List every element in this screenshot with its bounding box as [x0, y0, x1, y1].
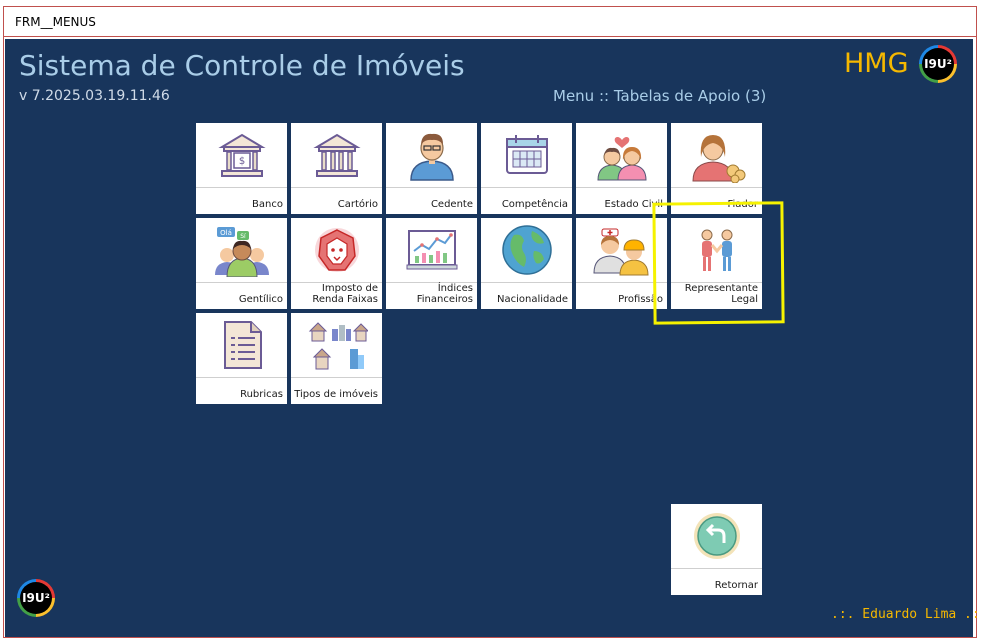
tile-separator — [576, 282, 667, 283]
guarantor-icon — [671, 123, 762, 187]
tile-banco[interactable]: $ Banco — [196, 123, 287, 214]
tile-separator — [291, 377, 382, 378]
main-panel: Sistema de Controle de Imóveis v 7.2025.… — [5, 39, 982, 637]
tile-separator — [481, 282, 572, 283]
financial-chart-icon — [386, 218, 477, 282]
app-title: Sistema de Controle de Imóveis — [19, 49, 465, 82]
tile-separator — [481, 187, 572, 188]
tile-gentilico[interactable]: Olá Sí Gentílico — [196, 218, 287, 309]
return-arrow-icon — [671, 504, 762, 568]
tile-label: Cedente — [430, 199, 473, 210]
tile-separator — [671, 568, 762, 569]
lion-icon — [291, 218, 382, 282]
tile-label: Imposto de Renda Faixas — [312, 283, 378, 305]
return-label: Retornar — [714, 580, 758, 591]
tile-cartorio[interactable]: Cartório — [291, 123, 382, 214]
tile-label: Fiador — [727, 199, 758, 210]
globe-icon — [481, 218, 572, 282]
menu-caption: Menu :: Tabelas de Apoio (3) — [553, 87, 767, 105]
logo-text: I9U² — [22, 591, 50, 605]
svg-text:$: $ — [238, 156, 244, 167]
tile-separator — [196, 282, 287, 283]
buildings-icon — [291, 313, 382, 377]
tile-rubricas[interactable]: Rubricas — [196, 313, 287, 404]
building-icon — [291, 123, 382, 187]
tile-label: Profissão — [618, 294, 663, 305]
tile-imposto-de-renda[interactable]: Imposto de Renda Faixas — [291, 218, 382, 309]
tile-profissao[interactable]: Profissão — [576, 218, 667, 309]
calendar-icon — [481, 123, 572, 187]
tile-competencia[interactable]: Competência — [481, 123, 572, 214]
tile-separator — [671, 187, 762, 188]
brand-label: HMG — [844, 48, 909, 79]
svg-text:Olá: Olá — [220, 229, 232, 237]
tile-separator — [576, 187, 667, 188]
tile-separator — [386, 187, 477, 188]
tile-tipos-de-imoveis[interactable]: Tipos de imóveis — [291, 313, 382, 404]
tile-label: Competência — [501, 199, 568, 210]
company-logo: I9U² — [919, 45, 957, 83]
return-button[interactable]: Retornar — [671, 504, 762, 595]
tile-label: Rubricas — [240, 389, 283, 400]
user-label: .:. Eduardo Lima .:. — [831, 607, 982, 622]
tile-label: Estado Civil — [604, 199, 663, 210]
tile-representante-legal[interactable]: Representante Legal — [671, 218, 762, 309]
tile-label: Nacionalidade — [496, 294, 568, 305]
tile-separator — [196, 377, 287, 378]
people-chat-icon: Olá Sí — [196, 218, 287, 282]
footer-logo: I9U² — [17, 579, 55, 617]
svg-text:Sí: Sí — [240, 233, 246, 240]
couple-icon — [576, 123, 667, 187]
tile-label: Representante Legal — [684, 283, 758, 305]
tile-indices-financeiros[interactable]: Índices Financeiros — [386, 218, 477, 309]
version-label: v 7.2025.03.19.11.46 — [19, 88, 170, 104]
tile-label: Gentílico — [238, 294, 283, 305]
window-titlebar: FRM__MENUS — [4, 7, 976, 37]
tile-fiador[interactable]: Fiador — [671, 123, 762, 214]
logo-text: I9U² — [924, 57, 952, 71]
tile-label: Tipos de imóveis — [294, 389, 378, 400]
tile-separator — [291, 187, 382, 188]
document-icon — [196, 313, 287, 377]
tile-label: Índices Financeiros — [416, 283, 473, 305]
window-title: FRM__MENUS — [15, 15, 96, 29]
tile-estado-civil[interactable]: Estado Civil — [576, 123, 667, 214]
workers-icon — [576, 218, 667, 282]
person-icon — [386, 123, 477, 187]
tile-separator — [196, 187, 287, 188]
tile-nacionalidade[interactable]: Nacionalidade — [481, 218, 572, 309]
tile-label: Cartório — [337, 199, 378, 210]
tile-label: Banco — [252, 199, 283, 210]
tile-cedente[interactable]: Cedente — [386, 123, 477, 214]
handshake-icon — [671, 218, 762, 282]
bank-icon: $ — [196, 123, 287, 187]
